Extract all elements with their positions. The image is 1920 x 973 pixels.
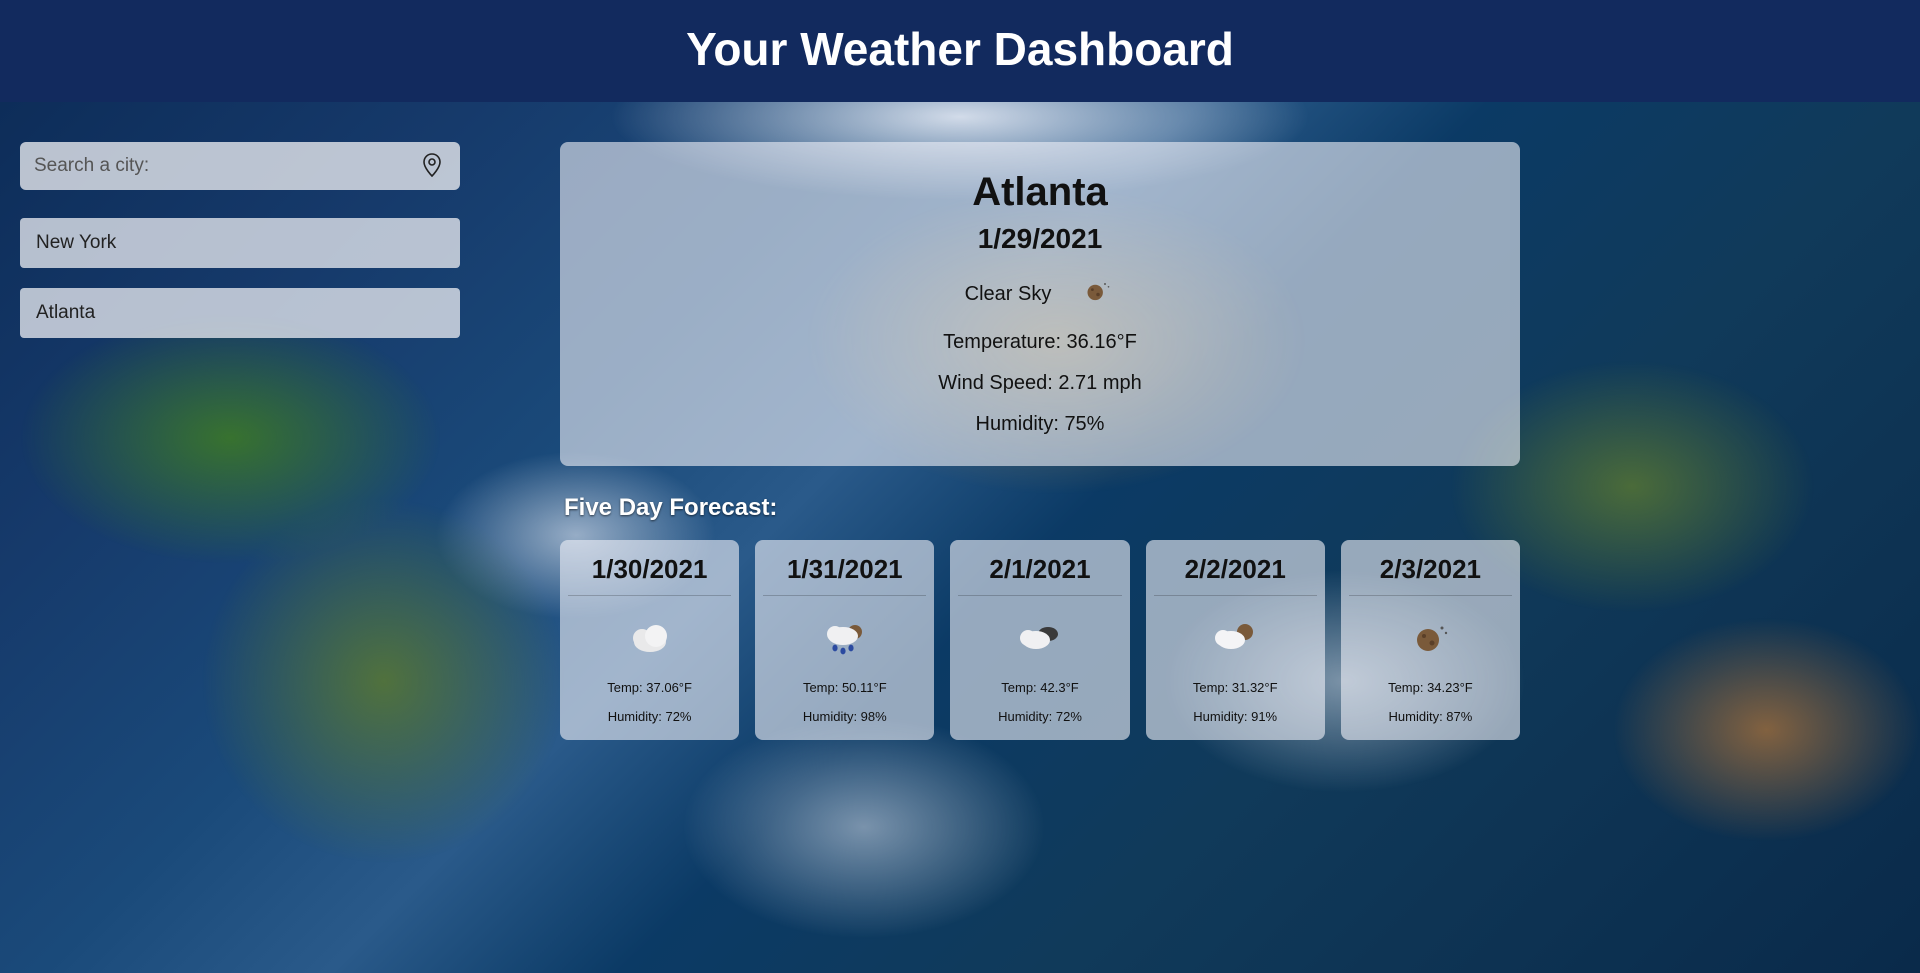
sidebar: New York Atlanta	[20, 142, 460, 358]
forecast-temp: Temp: 34.23°F	[1349, 680, 1512, 695]
forecast-heading: Five Day Forecast:	[564, 494, 1520, 522]
page-title: Your Weather Dashboard	[0, 22, 1920, 76]
current-date: 1/29/2021	[590, 223, 1490, 255]
clear-night-icon	[1349, 614, 1512, 662]
history-item-new-york[interactable]: New York	[20, 218, 460, 268]
cloudy-dark-icon	[958, 614, 1121, 662]
forecast-temp: Temp: 42.3°F	[958, 680, 1121, 695]
current-wind: Wind Speed: 2.71 mph	[590, 372, 1490, 395]
forecast-card: 2/3/2021 Temp: 34.23°F Humidity: 87%	[1341, 540, 1520, 740]
forecast-temp: Temp: 50.11°F	[763, 680, 926, 695]
map-pin-icon	[422, 153, 442, 180]
current-city: Atlanta	[590, 170, 1490, 215]
current-weather-card: Atlanta 1/29/2021 Clear Sky Temperature:…	[560, 142, 1520, 466]
clear-night-icon	[1081, 277, 1115, 311]
app-header: Your Weather Dashboard	[0, 0, 1920, 102]
search-input[interactable]	[34, 155, 418, 177]
search-submit-button[interactable]	[418, 152, 446, 180]
current-temperature: Temperature: 36.16°F	[590, 331, 1490, 354]
forecast-card: 2/1/2021 Temp: 42.3°F Humidity: 72%	[950, 540, 1129, 740]
cloud-icon	[568, 614, 731, 662]
forecast-temp: Temp: 37.06°F	[568, 680, 731, 695]
forecast-date: 2/2/2021	[1154, 554, 1317, 596]
forecast-date: 1/30/2021	[568, 554, 731, 596]
forecast-row: 1/30/2021 Temp: 37.06°F Humidity: 72% 1/…	[560, 540, 1520, 740]
forecast-card: 1/31/2021 Temp: 50.11°F Humidity: 98%	[755, 540, 934, 740]
forecast-humidity: Humidity: 87%	[1349, 709, 1512, 724]
forecast-humidity: Humidity: 91%	[1154, 709, 1317, 724]
current-humidity: Humidity: 75%	[590, 413, 1490, 436]
forecast-humidity: Humidity: 72%	[958, 709, 1121, 724]
current-condition: Clear Sky	[965, 283, 1052, 306]
rain-icon	[763, 614, 926, 662]
main-panel: Atlanta 1/29/2021 Clear Sky Temperature:…	[560, 142, 1520, 740]
forecast-date: 1/31/2021	[763, 554, 926, 596]
forecast-card: 1/30/2021 Temp: 37.06°F Humidity: 72%	[560, 540, 739, 740]
forecast-date: 2/3/2021	[1349, 554, 1512, 596]
forecast-date: 2/1/2021	[958, 554, 1121, 596]
forecast-humidity: Humidity: 98%	[763, 709, 926, 724]
history-item-atlanta[interactable]: Atlanta	[20, 288, 460, 338]
forecast-card: 2/2/2021 Temp: 31.32°F Humidity: 91%	[1146, 540, 1325, 740]
search-bar	[20, 142, 460, 190]
partly-cloudy-icon	[1154, 614, 1317, 662]
forecast-humidity: Humidity: 72%	[568, 709, 731, 724]
forecast-temp: Temp: 31.32°F	[1154, 680, 1317, 695]
